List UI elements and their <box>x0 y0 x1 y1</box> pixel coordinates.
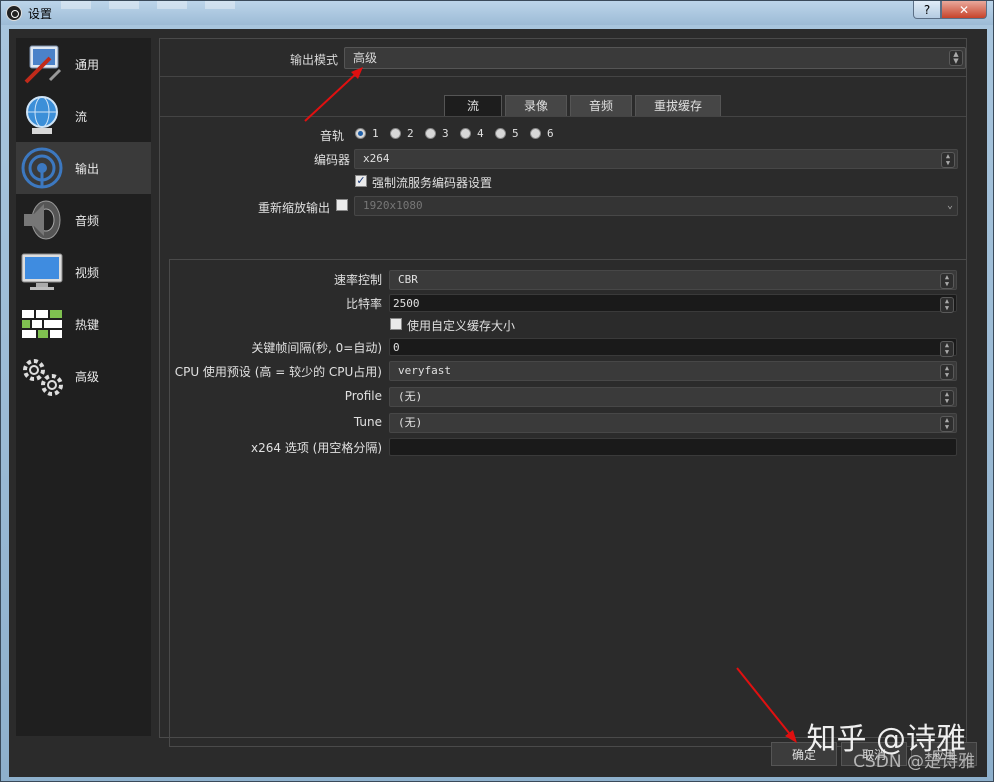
rate-control-value: CBR <box>398 273 418 286</box>
track-radio-6[interactable] <box>530 128 541 139</box>
track-radio-5[interactable] <box>495 128 506 139</box>
keyframe-interval-label: 关键帧间隔(秒, 0=自动) <box>251 341 382 355</box>
updown-arrows-icon: ▲ ▼ <box>949 50 963 66</box>
sidebar-item-hotkeys[interactable]: 热键 <box>16 298 151 350</box>
cpu-preset-select[interactable]: veryfast ▲ ▼ <box>389 361 957 381</box>
general-tools-icon <box>24 45 62 84</box>
cpu-preset-label: CPU 使用预设 (高 = 较少的 CPU占用) <box>174 365 382 379</box>
keyboard-icon <box>22 310 62 338</box>
sidebar-item-label: 热键 <box>75 317 100 332</box>
track-radio-4[interactable] <box>460 128 471 139</box>
title-bar: 设置 ? ✕ <box>1 1 993 25</box>
spinner-arrows-icon[interactable]: ▲ ▼ <box>940 297 954 313</box>
track-label-2: 2 <box>407 127 414 140</box>
profile-label: Profile <box>344 389 382 403</box>
bitrate-spinbox[interactable]: 2500 ▲ ▼ <box>389 294 957 313</box>
encoder-label: 编码器 <box>313 153 350 167</box>
sidebar-item-label: 通用 <box>75 57 100 72</box>
sidebar-item-video[interactable]: 视频 <box>16 246 151 298</box>
help-button[interactable]: ? <box>913 1 941 19</box>
chevron-down-icon: ⌄ <box>946 200 953 211</box>
output-mode-select[interactable]: 高级 ▲ ▼ <box>344 47 966 69</box>
background-taskbar-strip <box>61 1 261 9</box>
track-radio-3[interactable] <box>425 128 436 139</box>
track-radio-1[interactable] <box>355 128 366 139</box>
sidebar-item-label: 输出 <box>75 161 100 176</box>
custom-buffer-checkbox[interactable] <box>390 318 402 330</box>
audio-track-label: 音轨 <box>319 129 344 143</box>
output-signal-icon <box>21 147 63 189</box>
keyframe-interval-value: 0 <box>393 341 400 354</box>
profile-value: (无) <box>398 390 423 403</box>
output-settings-panel: 输出模式 高级 ▲ ▼ 流 录像 音频 重拔缓存 音轨 1 2 3 4 5 6 … <box>159 38 967 747</box>
sidebar-item-audio[interactable]: 音频 <box>16 194 151 246</box>
sidebar-item-label: 高级 <box>75 369 100 384</box>
tab-audio[interactable]: 音频 <box>570 95 633 116</box>
annotation-arrow-mode <box>304 67 363 122</box>
track-label-6: 6 <box>547 127 554 140</box>
tune-label: Tune <box>353 415 382 429</box>
updown-arrows-icon: ▲ ▼ <box>940 390 954 406</box>
profile-select[interactable]: (无) ▲ ▼ <box>389 387 957 407</box>
encoder-value: x264 <box>363 152 390 165</box>
tune-value: (无) <box>398 416 423 429</box>
updown-arrows-icon: ▲ ▼ <box>940 273 954 289</box>
encoder-settings-box: 速率控制 CBR ▲ ▼ 比特率 2500 ▲ ▼ 使用自定义缓存大小 关键帧间隔(… <box>169 259 967 747</box>
updown-arrows-icon: ▲ ▼ <box>940 364 954 380</box>
enforce-encoder-checkbox[interactable]: ✓ <box>355 175 367 187</box>
encoder-select[interactable]: x264 ▲ ▼ <box>354 149 958 169</box>
track-radio-2[interactable] <box>390 128 401 139</box>
gears-icon <box>23 359 63 396</box>
obs-app-icon <box>6 5 22 21</box>
output-mode-row: 输出模式 高级 ▲ ▼ <box>160 39 966 77</box>
sidebar-item-output[interactable]: 输出 <box>16 142 151 194</box>
updown-arrows-icon: ▲ ▼ <box>940 416 954 432</box>
sidebar-item-label: 流 <box>75 109 88 124</box>
stream-globe-icon <box>26 96 58 134</box>
spinner-arrows-icon[interactable]: ▲ ▼ <box>940 341 954 357</box>
tab-stream[interactable]: 流 <box>444 95 503 116</box>
keyframe-interval-spinbox[interactable]: 0 ▲ ▼ <box>389 338 957 357</box>
tab-replay-buffer[interactable]: 重拔缓存 <box>635 95 722 116</box>
stream-tab-content: 音轨 1 2 3 4 5 6 编码器 x264 ▲ ▼ ✓ 强制流服务编码器设置… <box>160 116 967 747</box>
rate-control-label: 速率控制 <box>333 273 382 287</box>
tune-select[interactable]: (无) ▲ ▼ <box>389 413 957 433</box>
sidebar-item-advanced[interactable]: 高级 <box>16 350 151 402</box>
output-tabs: 流 录像 音频 重拔缓存 <box>444 95 722 116</box>
sidebar-item-general[interactable]: 通用 <box>16 38 151 90</box>
track-label-4: 4 <box>477 127 484 140</box>
updown-arrows-icon: ▲ ▼ <box>941 152 955 168</box>
tab-recording[interactable]: 录像 <box>505 95 568 116</box>
window-title: 设置 <box>28 7 53 21</box>
enforce-encoder-label: 强制流服务编码器设置 <box>372 176 493 190</box>
sidebar-item-stream[interactable]: 流 <box>16 90 151 142</box>
rescale-checkbox[interactable] <box>336 199 348 211</box>
x264-options-label: x264 选项 (用空格分隔) <box>251 441 382 455</box>
close-button[interactable]: ✕ <box>941 1 987 19</box>
sidebar-item-label: 音频 <box>75 213 100 228</box>
rescale-label: 重新缩放输出 <box>257 201 330 215</box>
watermark-csdn: CSDN @楚诗雅 <box>853 752 975 772</box>
settings-sidebar: 通用 流 输出 音频 视频 热键 高级 <box>16 38 151 736</box>
bitrate-label: 比特率 <box>345 297 382 311</box>
sidebar-item-label: 视频 <box>75 265 100 280</box>
settings-client-area: 通用 流 输出 音频 视频 热键 高级 输出模式 高级 ▲ ▼ 流 录像 音频 … <box>9 29 987 777</box>
x264-options-input[interactable] <box>389 438 957 456</box>
custom-buffer-label: 使用自定义缓存大小 <box>407 319 516 333</box>
track-label-3: 3 <box>442 127 449 140</box>
track-label-1: 1 <box>372 127 379 140</box>
cpu-preset-value: veryfast <box>398 364 451 377</box>
rescale-resolution-select[interactable]: 1920x1080 ⌄ <box>354 196 958 216</box>
speaker-icon <box>24 200 61 240</box>
rate-control-select[interactable]: CBR ▲ ▼ <box>389 270 957 290</box>
bitrate-value: 2500 <box>393 297 420 310</box>
annotation-arrow-ok <box>736 667 797 743</box>
monitor-icon <box>21 253 63 290</box>
track-label-5: 5 <box>512 127 519 140</box>
settings-window: 设置 ? ✕ 通用 流 输出 音频 视频 热键 高级 输出模式 高级 ▲ ▼ 流… <box>0 0 994 782</box>
rescale-value: 1920x1080 <box>363 199 423 212</box>
